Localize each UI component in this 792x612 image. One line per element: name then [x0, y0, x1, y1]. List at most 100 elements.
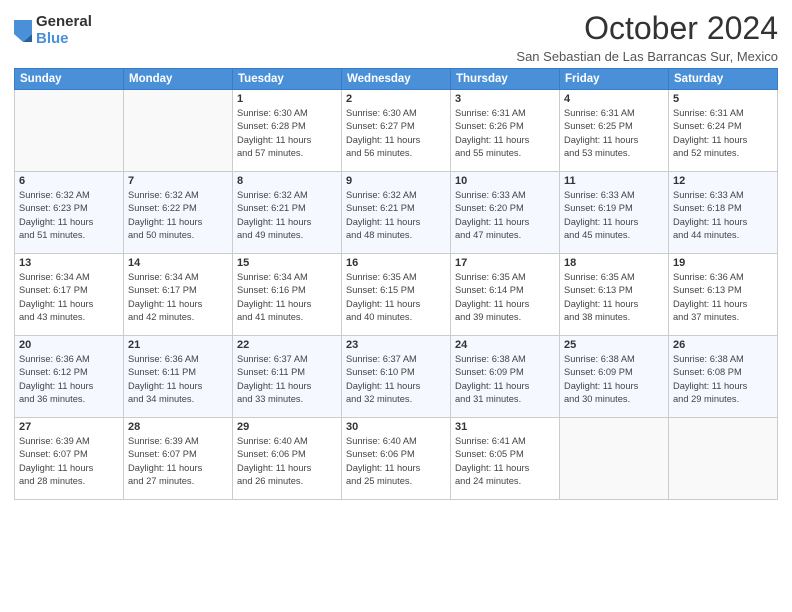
- day-number: 10: [455, 175, 555, 187]
- calendar-cell: 1Sunrise: 6:30 AM Sunset: 6:28 PM Daylig…: [233, 90, 342, 172]
- weekday-header-friday: Friday: [560, 69, 669, 90]
- day-number: 12: [673, 175, 773, 187]
- day-number: 26: [673, 339, 773, 351]
- logo-general-text: General: [36, 14, 92, 31]
- header: General Blue October 2024 San Sebastian …: [14, 10, 778, 64]
- day-number: 9: [346, 175, 446, 187]
- day-info: Sunrise: 6:36 AM Sunset: 6:12 PM Dayligh…: [19, 353, 119, 407]
- calendar-cell: 31 Sunrise: 6:41 AM Sunset: 6:05 PM Dayli…: [451, 418, 560, 500]
- calendar-cell: 8 Sunrise: 6:32 AM Sunset: 6:21 PM Daylig…: [233, 172, 342, 254]
- calendar-cell: 29 Sunrise: 6:40 AM Sunset: 6:06 PM Dayli…: [233, 418, 342, 500]
- day-info: Sunrise: 6:33 AM Sunset: 6:19 PM Dayligh…: [564, 189, 664, 243]
- logo-blue-text: Blue: [36, 31, 92, 48]
- calendar-cell: 24Sunrise: 6:38 AM Sunset: 6:09 PM Dayli…: [451, 336, 560, 418]
- day-number: 25: [564, 339, 664, 351]
- calendar-cell: 3Sunrise: 6:31 AM Sunset: 6:26 PM Daylig…: [451, 90, 560, 172]
- month-title: October 2024: [516, 10, 778, 47]
- calendar-cell: 7 Sunrise: 6:32 AM Sunset: 6:22 PM Daylig…: [124, 172, 233, 254]
- day-info: Sunrise: 6:41 AM Sunset: 6:05 PM Dayligh…: [455, 435, 555, 489]
- weekday-header-wednesday: Wednesday: [342, 69, 451, 90]
- calendar-cell: [124, 90, 233, 172]
- day-info: Sunrise: 6:34 AM Sunset: 6:17 PM Dayligh…: [128, 271, 228, 325]
- calendar-cell: 26 Sunrise: 6:38 AM Sunset: 6:08 PM Dayli…: [669, 336, 778, 418]
- day-number: 28: [128, 421, 228, 433]
- day-number: 6: [19, 175, 119, 187]
- day-info: Sunrise: 6:37 AM Sunset: 6:10 PM Dayligh…: [346, 353, 446, 407]
- title-block: October 2024 San Sebastian de Las Barran…: [516, 10, 778, 64]
- day-info: Sunrise: 6:32 AM Sunset: 6:23 PM Dayligh…: [19, 189, 119, 243]
- calendar-cell: [15, 90, 124, 172]
- weekday-header-tuesday: Tuesday: [233, 69, 342, 90]
- day-info: Sunrise: 6:38 AM Sunset: 6:08 PM Dayligh…: [673, 353, 773, 407]
- day-info: Sunrise: 6:34 AM Sunset: 6:17 PM Dayligh…: [19, 271, 119, 325]
- calendar-cell: 13 Sunrise: 6:34 AM Sunset: 6:17 PM Dayli…: [15, 254, 124, 336]
- day-info: Sunrise: 6:33 AM Sunset: 6:18 PM Dayligh…: [673, 189, 773, 243]
- location: San Sebastian de Las Barrancas Sur, Mexi…: [516, 49, 778, 64]
- calendar-cell: 22 Sunrise: 6:37 AM Sunset: 6:11 PM Dayli…: [233, 336, 342, 418]
- day-info: Sunrise: 6:30 AM Sunset: 6:28 PM Dayligh…: [237, 107, 337, 161]
- day-info: Sunrise: 6:34 AM Sunset: 6:16 PM Dayligh…: [237, 271, 337, 325]
- calendar-week-3: 13 Sunrise: 6:34 AM Sunset: 6:17 PM Dayli…: [15, 254, 778, 336]
- day-number: 31: [455, 421, 555, 433]
- day-number: 24: [455, 339, 555, 351]
- day-number: 22: [237, 339, 337, 351]
- day-info: Sunrise: 6:37 AM Sunset: 6:11 PM Dayligh…: [237, 353, 337, 407]
- calendar-cell: 4 Sunrise: 6:31 AM Sunset: 6:25 PM Daylig…: [560, 90, 669, 172]
- day-info: Sunrise: 6:38 AM Sunset: 6:09 PM Dayligh…: [564, 353, 664, 407]
- weekday-header-sunday: Sunday: [15, 69, 124, 90]
- day-number: 29: [237, 421, 337, 433]
- day-info: Sunrise: 6:40 AM Sunset: 6:06 PM Dayligh…: [237, 435, 337, 489]
- day-info: Sunrise: 6:40 AM Sunset: 6:06 PM Dayligh…: [346, 435, 446, 489]
- day-number: 5: [673, 93, 773, 105]
- calendar-week-4: 20Sunrise: 6:36 AM Sunset: 6:12 PM Dayli…: [15, 336, 778, 418]
- day-number: 7: [128, 175, 228, 187]
- weekday-header-monday: Monday: [124, 69, 233, 90]
- day-number: 8: [237, 175, 337, 187]
- calendar-cell: [560, 418, 669, 500]
- logo: General Blue: [14, 14, 92, 47]
- day-number: 19: [673, 257, 773, 269]
- calendar-cell: 10 Sunrise: 6:33 AM Sunset: 6:20 PM Dayli…: [451, 172, 560, 254]
- day-number: 13: [19, 257, 119, 269]
- day-info: Sunrise: 6:31 AM Sunset: 6:24 PM Dayligh…: [673, 107, 773, 161]
- calendar-cell: 12 Sunrise: 6:33 AM Sunset: 6:18 PM Dayli…: [669, 172, 778, 254]
- calendar-cell: 14 Sunrise: 6:34 AM Sunset: 6:17 PM Dayli…: [124, 254, 233, 336]
- day-number: 16: [346, 257, 446, 269]
- day-info: Sunrise: 6:31 AM Sunset: 6:25 PM Dayligh…: [564, 107, 664, 161]
- calendar-cell: 20Sunrise: 6:36 AM Sunset: 6:12 PM Dayli…: [15, 336, 124, 418]
- day-number: 2: [346, 93, 446, 105]
- calendar-cell: 6 Sunrise: 6:32 AM Sunset: 6:23 PM Daylig…: [15, 172, 124, 254]
- calendar-week-1: 1Sunrise: 6:30 AM Sunset: 6:28 PM Daylig…: [15, 90, 778, 172]
- day-info: Sunrise: 6:35 AM Sunset: 6:13 PM Dayligh…: [564, 271, 664, 325]
- day-info: Sunrise: 6:35 AM Sunset: 6:15 PM Dayligh…: [346, 271, 446, 325]
- day-number: 3: [455, 93, 555, 105]
- day-number: 30: [346, 421, 446, 433]
- calendar-cell: 25 Sunrise: 6:38 AM Sunset: 6:09 PM Dayli…: [560, 336, 669, 418]
- calendar-week-2: 6 Sunrise: 6:32 AM Sunset: 6:23 PM Daylig…: [15, 172, 778, 254]
- calendar-cell: 5 Sunrise: 6:31 AM Sunset: 6:24 PM Daylig…: [669, 90, 778, 172]
- day-info: Sunrise: 6:36 AM Sunset: 6:13 PM Dayligh…: [673, 271, 773, 325]
- calendar-cell: 18Sunrise: 6:35 AM Sunset: 6:13 PM Dayli…: [560, 254, 669, 336]
- calendar-cell: 21Sunrise: 6:36 AM Sunset: 6:11 PM Dayli…: [124, 336, 233, 418]
- calendar-cell: 27Sunrise: 6:39 AM Sunset: 6:07 PM Dayli…: [15, 418, 124, 500]
- calendar-cell: 23Sunrise: 6:37 AM Sunset: 6:10 PM Dayli…: [342, 336, 451, 418]
- calendar-cell: 28 Sunrise: 6:39 AM Sunset: 6:07 PM Dayli…: [124, 418, 233, 500]
- day-info: Sunrise: 6:32 AM Sunset: 6:21 PM Dayligh…: [237, 189, 337, 243]
- calendar-cell: 15Sunrise: 6:34 AM Sunset: 6:16 PM Dayli…: [233, 254, 342, 336]
- calendar-cell: 2Sunrise: 6:30 AM Sunset: 6:27 PM Daylig…: [342, 90, 451, 172]
- day-number: 14: [128, 257, 228, 269]
- day-info: Sunrise: 6:36 AM Sunset: 6:11 PM Dayligh…: [128, 353, 228, 407]
- calendar-header-row: SundayMondayTuesdayWednesdayThursdayFrid…: [15, 69, 778, 90]
- calendar-cell: 17Sunrise: 6:35 AM Sunset: 6:14 PM Dayli…: [451, 254, 560, 336]
- calendar-cell: 19 Sunrise: 6:36 AM Sunset: 6:13 PM Dayli…: [669, 254, 778, 336]
- day-info: Sunrise: 6:32 AM Sunset: 6:22 PM Dayligh…: [128, 189, 228, 243]
- day-number: 4: [564, 93, 664, 105]
- day-info: Sunrise: 6:35 AM Sunset: 6:14 PM Dayligh…: [455, 271, 555, 325]
- calendar: SundayMondayTuesdayWednesdayThursdayFrid…: [14, 68, 778, 500]
- calendar-week-5: 27Sunrise: 6:39 AM Sunset: 6:07 PM Dayli…: [15, 418, 778, 500]
- day-info: Sunrise: 6:33 AM Sunset: 6:20 PM Dayligh…: [455, 189, 555, 243]
- day-info: Sunrise: 6:39 AM Sunset: 6:07 PM Dayligh…: [19, 435, 119, 489]
- calendar-cell: 11Sunrise: 6:33 AM Sunset: 6:19 PM Dayli…: [560, 172, 669, 254]
- calendar-cell: 30 Sunrise: 6:40 AM Sunset: 6:06 PM Dayli…: [342, 418, 451, 500]
- day-info: Sunrise: 6:39 AM Sunset: 6:07 PM Dayligh…: [128, 435, 228, 489]
